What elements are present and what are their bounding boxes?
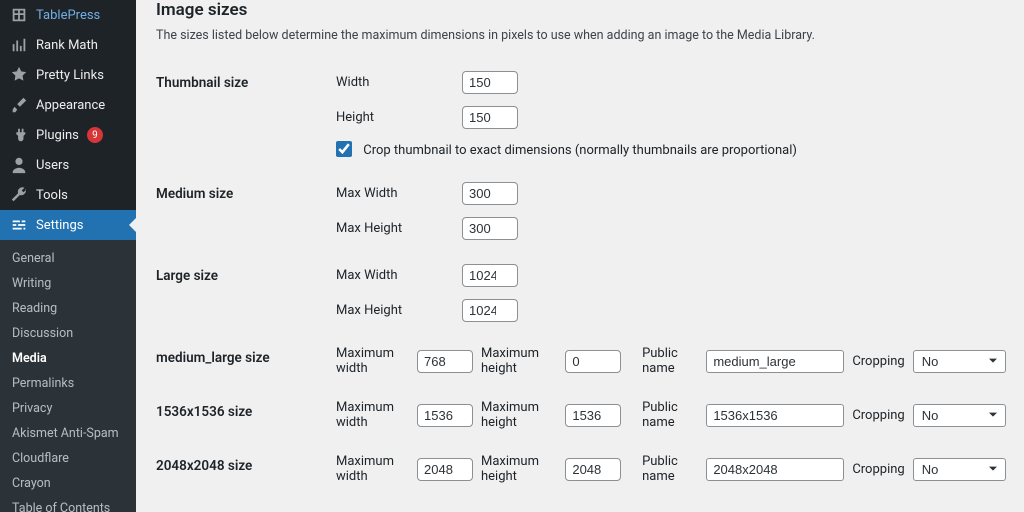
submenu-item-discussion[interactable]: Discussion: [0, 321, 136, 346]
submenu-item-media[interactable]: Media: [0, 346, 136, 371]
extra-maxh-input[interactable]: [565, 350, 621, 373]
extra-crop-label: Cropping: [852, 408, 904, 423]
medium-maxh-input[interactable]: [462, 217, 518, 240]
extra-public-label: Public name: [642, 346, 698, 376]
sidebar-item-users[interactable]: Users: [0, 150, 136, 180]
sidebar-item-label: Plugins: [36, 128, 79, 143]
user-icon: [10, 156, 28, 174]
extra-maxw-label: Maximum width: [336, 346, 409, 376]
extra-maxw-input[interactable]: [417, 350, 473, 373]
section-description: The sizes listed below determine the max…: [156, 28, 1006, 43]
sidebar-item-label: Pretty Links: [36, 68, 104, 83]
sidebar-item-label: Tools: [36, 188, 68, 203]
thumbnail-crop-checkbox[interactable]: [336, 141, 352, 157]
sidebar-item-prettylinks[interactable]: Pretty Links: [0, 60, 136, 90]
medium-maxh-label: Max Height: [336, 221, 462, 236]
submenu-item-general[interactable]: General: [0, 246, 136, 271]
sidebar-item-tablepress[interactable]: TablePress: [0, 0, 136, 30]
extra-maxh-label: Maximum height: [481, 346, 557, 376]
table-icon: [10, 6, 28, 24]
submenu-item-akismet[interactable]: Akismet Anti-Spam: [0, 421, 136, 446]
thumbnail-crop-label: Crop thumbnail to exact dimensions (norm…: [363, 143, 797, 158]
extra-row-heading: medium_large size: [156, 334, 336, 388]
sidebar-item-appearance[interactable]: Appearance: [0, 90, 136, 120]
extra-row-heading: 2048x2048 size: [156, 442, 336, 496]
thumbnail-height-input[interactable]: [462, 106, 518, 129]
sidebar-item-label: Settings: [36, 218, 83, 233]
extra-public-label: Public name: [642, 400, 698, 430]
sidebar-item-plugins[interactable]: Plugins 9: [0, 120, 136, 150]
sidebar-item-label: Rank Math: [36, 38, 98, 53]
submenu-item-cloudflare[interactable]: Cloudflare: [0, 446, 136, 471]
sidebar-item-tools[interactable]: Tools: [0, 180, 136, 210]
extra-maxh-label: Maximum height: [481, 454, 557, 484]
star-icon: [10, 66, 28, 84]
large-maxh-input[interactable]: [462, 299, 518, 322]
plug-icon: [10, 126, 28, 144]
submenu-item-toc[interactable]: Table of Contents: [0, 496, 136, 512]
extra-maxw-input[interactable]: [417, 404, 473, 427]
submenu-item-permalinks[interactable]: Permalinks: [0, 371, 136, 396]
sidebar-item-settings[interactable]: Settings: [0, 210, 136, 240]
submenu-item-crayon[interactable]: Crayon: [0, 471, 136, 496]
section-title: Image sizes: [156, 0, 1006, 20]
update-badge: 9: [87, 127, 103, 143]
extra-maxw-label: Maximum width: [336, 454, 409, 484]
sidebar-item-label: Appearance: [36, 98, 105, 113]
sidebar-item-label: Users: [36, 158, 69, 173]
chart-icon: [10, 36, 28, 54]
large-maxw-label: Max Width: [336, 268, 462, 283]
sliders-icon: [10, 216, 28, 234]
submenu-item-writing[interactable]: Writing: [0, 271, 136, 296]
medium-heading: Medium size: [156, 170, 336, 252]
admin-sidebar: TablePress Rank Math Pretty Links Appear…: [0, 0, 136, 512]
extra-row-heading: 1536x1536 size: [156, 388, 336, 442]
extra-crop-label: Cropping: [852, 462, 904, 477]
extra-maxh-label: Maximum height: [481, 400, 557, 430]
submenu-item-reading[interactable]: Reading: [0, 296, 136, 321]
large-maxw-input[interactable]: [462, 264, 518, 287]
large-maxh-label: Max Height: [336, 303, 462, 318]
brush-icon: [10, 96, 28, 114]
sidebar-item-label: TablePress: [36, 8, 100, 23]
thumbnail-crop-label-wrapper[interactable]: Crop thumbnail to exact dimensions (norm…: [336, 143, 797, 158]
large-heading: Large size: [156, 252, 336, 334]
extra-public-input[interactable]: [706, 458, 844, 481]
extra-maxh-input[interactable]: [565, 404, 621, 427]
settings-submenu: General Writing Reading Discussion Media…: [0, 240, 136, 512]
image-sizes-table: Thumbnail size Width Height Crop thumbna…: [156, 59, 1006, 496]
sidebar-item-rankmath[interactable]: Rank Math: [0, 30, 136, 60]
extra-maxw-label: Maximum width: [336, 400, 409, 430]
content-area: Image sizes The sizes listed below deter…: [136, 0, 1024, 512]
thumbnail-width-label: Width: [336, 75, 462, 90]
thumbnail-heading: Thumbnail size: [156, 59, 336, 170]
extra-maxw-input[interactable]: [417, 458, 473, 481]
extra-public-input[interactable]: [706, 404, 844, 427]
medium-maxw-input[interactable]: [462, 182, 518, 205]
wrench-icon: [10, 186, 28, 204]
extra-public-label: Public name: [642, 454, 698, 484]
thumbnail-height-label: Height: [336, 110, 462, 125]
medium-maxw-label: Max Width: [336, 186, 462, 201]
extra-public-input[interactable]: [706, 350, 844, 373]
extra-maxh-input[interactable]: [565, 458, 621, 481]
extra-crop-select[interactable]: No: [913, 350, 1006, 373]
extra-crop-label: Cropping: [852, 354, 904, 369]
submenu-item-privacy[interactable]: Privacy: [0, 396, 136, 421]
thumbnail-width-input[interactable]: [462, 71, 518, 94]
extra-crop-select[interactable]: No: [913, 404, 1006, 427]
extra-crop-select[interactable]: No: [913, 458, 1006, 481]
